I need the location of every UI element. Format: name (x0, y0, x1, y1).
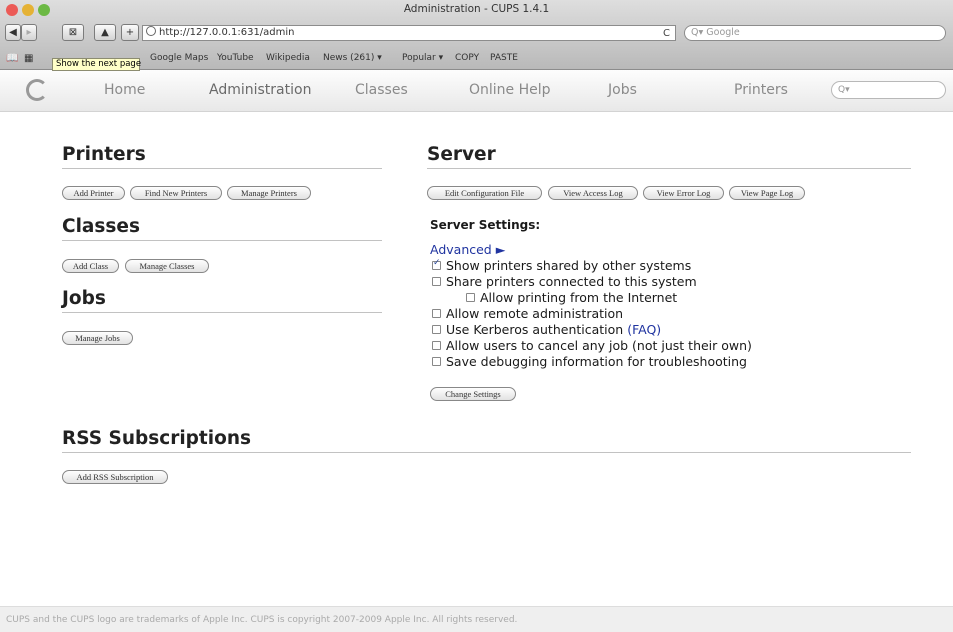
cups-nav-bar: Home Administration Classes Online Help … (0, 70, 953, 112)
browser-search-field[interactable]: Q▾ Google (684, 25, 946, 41)
server-heading: Server (427, 144, 911, 169)
bookmarks-bar: 📖 ▦ Google Maps YouTube Wikipedia News (… (0, 46, 953, 70)
title-bar: Administration - CUPS 1.4.1 (0, 0, 953, 20)
bookmark-item[interactable]: YouTube (217, 53, 254, 63)
book-icon[interactable]: 📖 (6, 53, 18, 64)
classes-heading: Classes (62, 216, 382, 241)
advanced-link[interactable]: Advanced ► (430, 242, 505, 257)
option-label: Show printers shared by other systems (446, 258, 692, 273)
cups-search-input[interactable]: Q▾ (831, 81, 946, 99)
reload-icon[interactable]: C (663, 27, 670, 41)
option-debug-logging[interactable]: Save debugging information for troublesh… (432, 354, 747, 369)
grid-icon[interactable]: ▦ (24, 53, 33, 64)
checkbox[interactable] (432, 277, 441, 286)
checkbox[interactable] (432, 258, 441, 270)
view-access-log-button[interactable]: View Access Log (548, 186, 638, 200)
rss-subscriptions-heading: RSS Subscriptions (62, 428, 911, 453)
browser-chrome: Administration - CUPS 1.4.1 ◀ ▸ ⊠ ▲ + ht… (0, 0, 953, 70)
checkbox[interactable] (432, 309, 441, 318)
checkbox[interactable] (432, 341, 441, 350)
tab-jobs[interactable]: Jobs (608, 82, 637, 98)
tooltip: Show the next page (52, 58, 141, 71)
view-page-log-button[interactable]: View Page Log (729, 186, 805, 200)
checkbox[interactable] (432, 325, 441, 334)
bookmark-item[interactable]: Popular ▾ (402, 53, 443, 63)
add-class-button[interactable]: Add Class (62, 259, 119, 273)
bookmark-item[interactable]: Google Maps (150, 53, 208, 63)
checkbox[interactable] (466, 293, 475, 302)
option-label: Use Kerberos authentication (446, 322, 624, 337)
jobs-heading: Jobs (62, 288, 382, 313)
tab-online-help[interactable]: Online Help (469, 82, 551, 98)
checkbox[interactable] (432, 357, 441, 366)
bookmark-item[interactable]: PASTE (490, 53, 518, 63)
bookmark-item[interactable]: Wikipedia (266, 53, 310, 63)
tab-printers[interactable]: Printers (734, 82, 788, 98)
tab-classes[interactable]: Classes (355, 82, 408, 98)
option-remote-admin[interactable]: Allow remote administration (432, 306, 623, 321)
manage-jobs-button[interactable]: Manage Jobs (62, 331, 133, 345)
find-new-printers-button[interactable]: Find New Printers (130, 186, 222, 200)
option-kerberos[interactable]: Use Kerberos authentication (FAQ) (432, 322, 661, 337)
snapshot-button[interactable]: ⊠ (62, 24, 84, 41)
option-share-printers[interactable]: Share printers connected to this system (432, 274, 697, 289)
manage-classes-button[interactable]: Manage Classes (125, 259, 209, 273)
bookmark-item[interactable]: News (261) ▾ (323, 53, 382, 63)
bookmark-item[interactable]: COPY (455, 53, 479, 63)
option-label: Allow printing from the Internet (480, 290, 678, 305)
cups-logo-icon[interactable] (26, 79, 48, 101)
view-error-log-button[interactable]: View Error Log (643, 186, 724, 200)
option-label: Save debugging information for troublesh… (446, 354, 747, 369)
faq-link[interactable]: (FAQ) (627, 322, 661, 337)
option-allow-internet-printing[interactable]: Allow printing from the Internet (466, 290, 677, 305)
tab-home[interactable]: Home (104, 82, 145, 98)
option-label: Allow users to cancel any job (not just … (446, 338, 752, 353)
add-bookmark-button[interactable]: + (121, 24, 139, 41)
browser-toolbar: ◀ ▸ ⊠ ▲ + http://127.0.0.1:631/admin C Q… (0, 20, 953, 46)
advanced-link-text[interactable]: Advanced ► (430, 242, 505, 257)
manage-printers-button[interactable]: Manage Printers (227, 186, 311, 200)
tab-administration[interactable]: Administration (209, 82, 311, 98)
forward-button[interactable]: ▸ (21, 24, 37, 41)
edit-configuration-file-button[interactable]: Edit Configuration File (427, 186, 542, 200)
window-title: Administration - CUPS 1.4.1 (403, 3, 550, 15)
bookmark-button[interactable]: ▲ (94, 24, 116, 41)
add-rss-subscription-button[interactable]: Add RSS Subscription (62, 470, 168, 484)
option-label: Allow remote administration (446, 306, 624, 321)
url-text: http://127.0.0.1:631/admin (159, 27, 295, 38)
option-label: Share printers connected to this system (446, 274, 697, 289)
back-button[interactable]: ◀ (5, 24, 21, 41)
site-icon (146, 26, 156, 36)
option-cancel-any-job[interactable]: Allow users to cancel any job (not just … (432, 338, 752, 353)
change-settings-button[interactable]: Change Settings (430, 387, 516, 401)
option-show-shared-printers[interactable]: Show printers shared by other systems (432, 258, 691, 273)
server-settings-heading: Server Settings: (430, 218, 541, 232)
printers-heading: Printers (62, 144, 382, 169)
footer: CUPS and the CUPS logo are trademarks of… (0, 606, 953, 632)
add-printer-button[interactable]: Add Printer (62, 186, 125, 200)
url-field[interactable]: http://127.0.0.1:631/admin C (142, 25, 676, 41)
